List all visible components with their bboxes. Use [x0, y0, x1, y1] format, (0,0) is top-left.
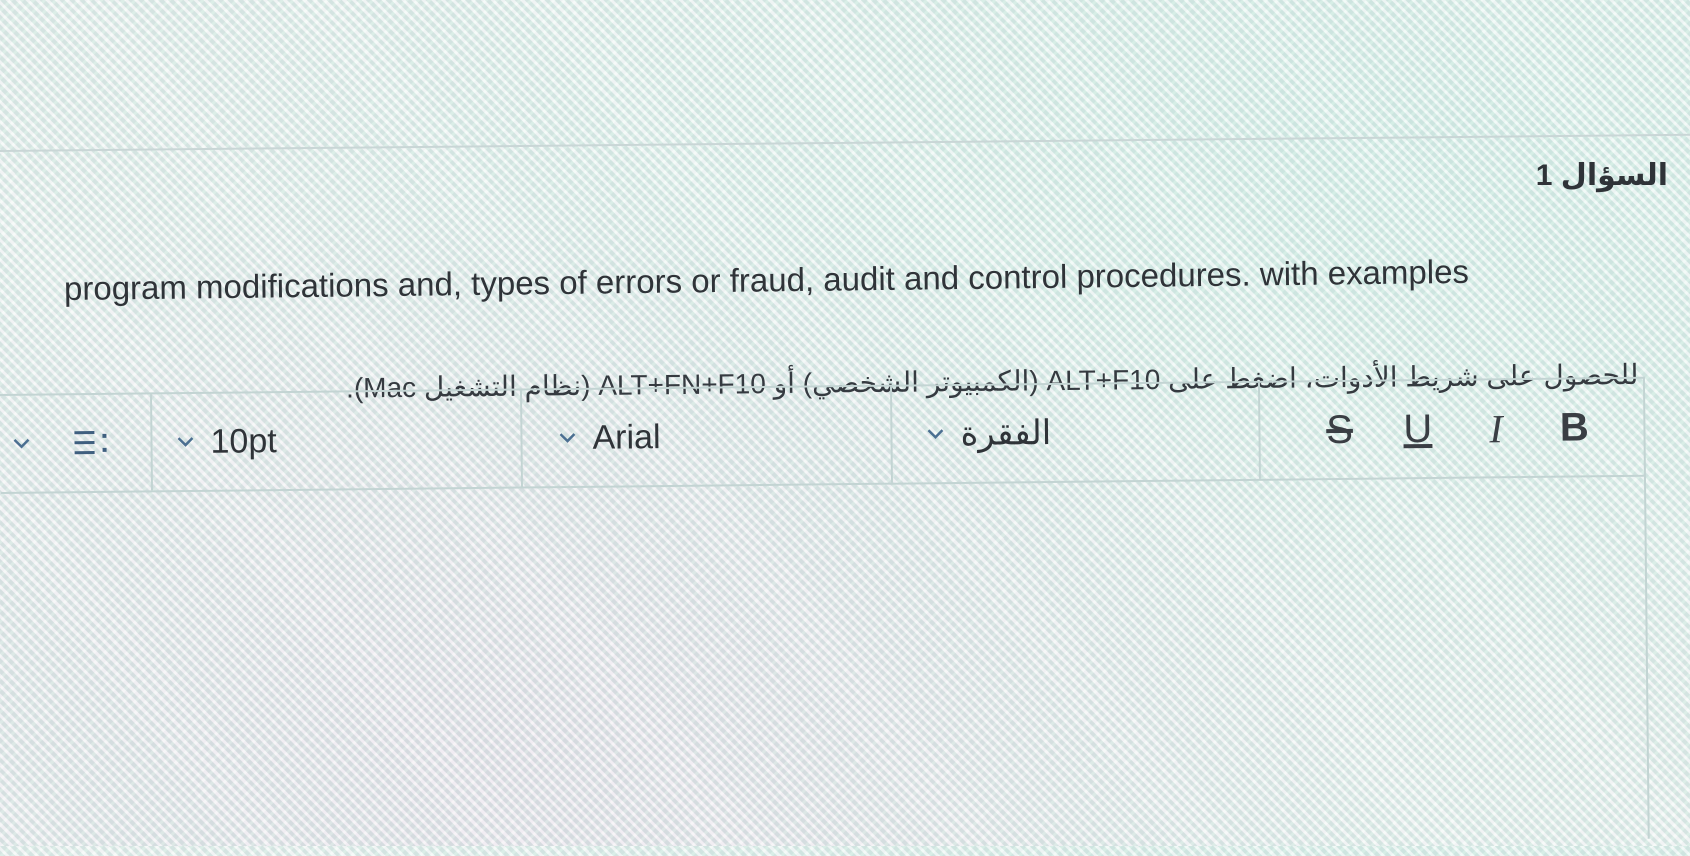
list-options-icon: [72, 428, 112, 458]
question-title: السؤال 1: [1535, 159, 1668, 192]
paragraph-style-dropdown[interactable]: الفقرة: [891, 382, 1261, 483]
font-family-value: Arial: [592, 417, 661, 457]
bold-button[interactable]: B: [1549, 405, 1599, 451]
underline-button[interactable]: U: [1393, 406, 1443, 452]
font-size-dropdown[interactable]: 10pt: [152, 390, 523, 491]
chevron-down-icon: [176, 430, 194, 453]
chevron-down-icon: [12, 432, 30, 455]
header-divider: [0, 133, 1690, 152]
chevron-down-icon: [558, 426, 576, 449]
editor-toolbar: 10pt Arial الفقرة S U I B: [0, 378, 1644, 494]
text-format-group: S U I B: [1260, 379, 1644, 479]
font-family-dropdown[interactable]: Arial: [521, 386, 893, 487]
question-text: program modifications and, types of erro…: [63, 252, 1470, 307]
editor-content-area[interactable]: [1, 477, 1648, 854]
font-size-value: 10pt: [210, 421, 277, 461]
paragraph-style-value: الفقرة: [960, 413, 1052, 453]
strikethrough-button[interactable]: S: [1314, 407, 1364, 453]
chevron-down-icon: [926, 423, 944, 446]
italic-button[interactable]: I: [1471, 405, 1521, 453]
list-options-dropdown[interactable]: [0, 394, 154, 492]
rich-text-editor: 10pt Arial الفقرة S U I B: [0, 376, 1650, 856]
